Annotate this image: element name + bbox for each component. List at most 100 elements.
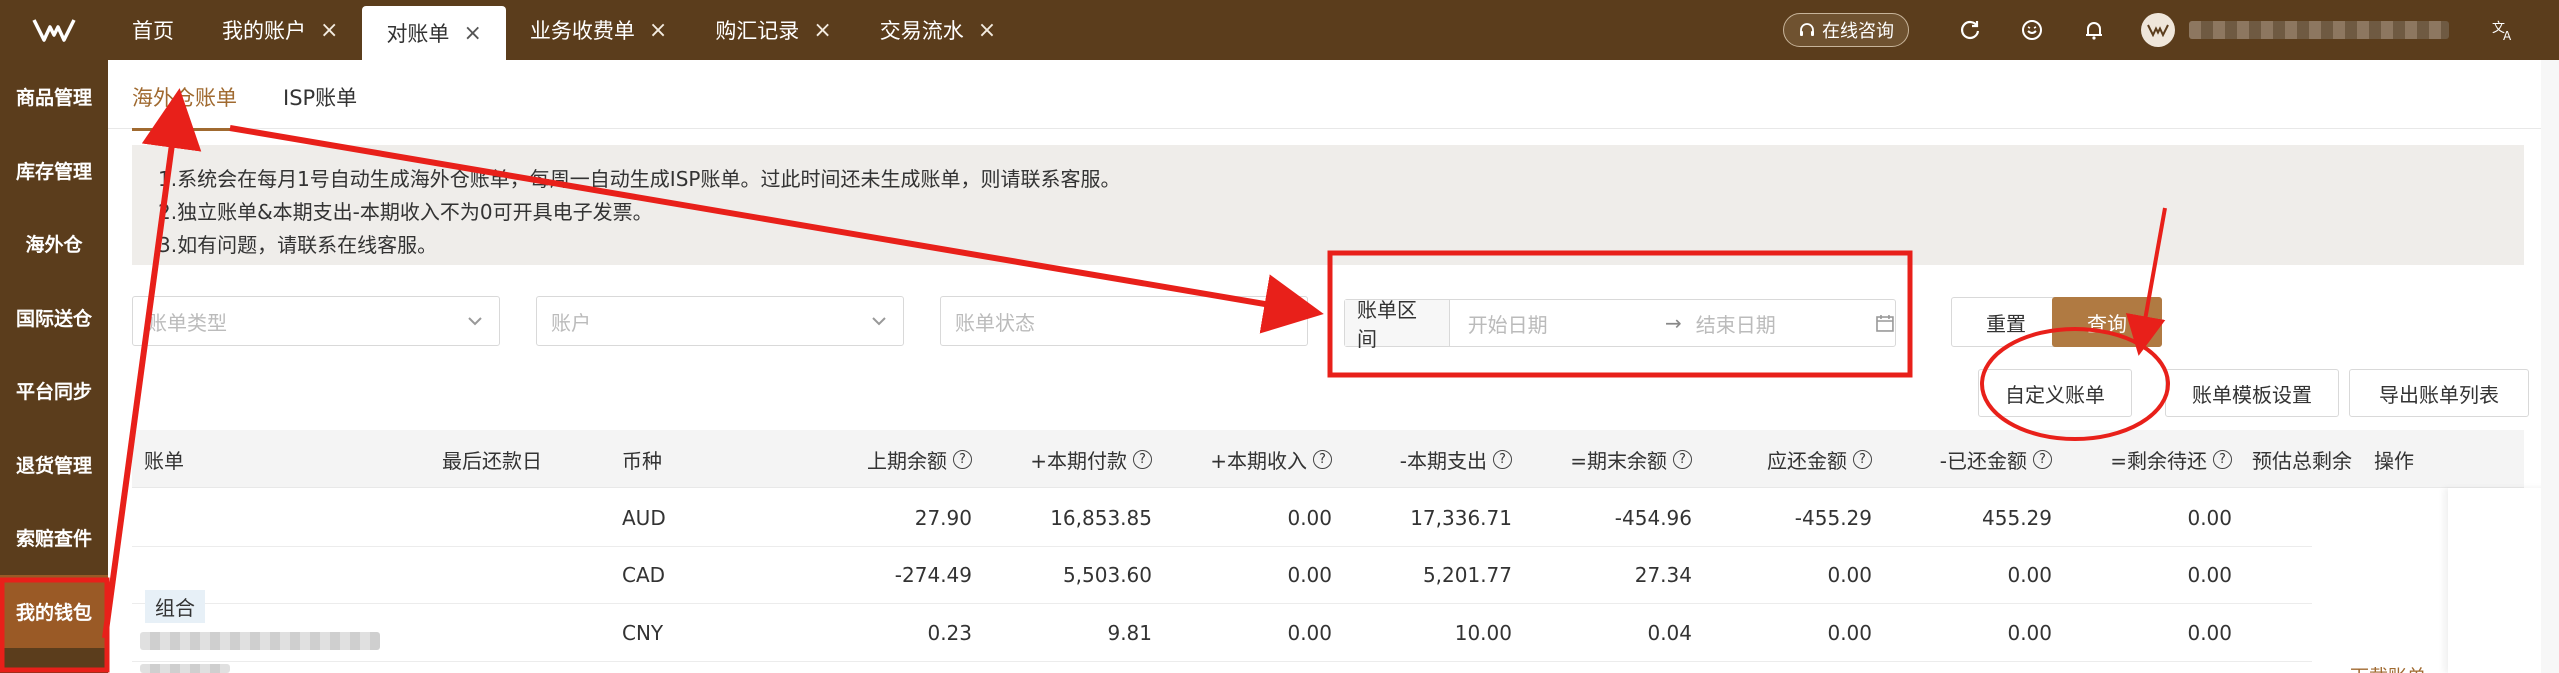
column-remaining-label: =剩余待还 [2110,448,2207,473]
column-income-label: +本期收入 [1210,448,1307,473]
tab-label: 对账单 [386,22,450,46]
cell-expense: 17,336.71 [1410,505,1512,530]
bill-date-range-picker[interactable]: 账单区间 开始日期 → 结束日期 [1344,298,1896,351]
column-prev-balance: 上期余额? [772,430,972,488]
query-button[interactable]: 查询 [2052,297,2162,347]
cell-currency: AUD [622,505,666,530]
close-icon[interactable]: × [649,18,667,43]
export-bill-list-button[interactable]: 导出账单列表 [2349,369,2529,417]
sidebar-item-4[interactable]: 平台同步 [0,354,108,428]
cell-income: 0.00 [1287,563,1332,588]
account-select[interactable]: 账户 [536,296,904,346]
help-icon[interactable]: ? [2213,449,2232,469]
column-income: +本期收入? [1172,430,1332,488]
cell-repaid: 0.00 [2007,563,2052,588]
column-due-date: 最后还款日 [442,448,542,473]
chevron-down-icon [872,317,886,326]
bill-type-select[interactable]: 账单类型 [132,296,500,346]
headset-icon [1800,23,1814,36]
close-icon[interactable]: × [463,21,481,46]
cell-income: 0.00 [1287,505,1332,530]
table-row: CAD -274.49 5,503.60 0.00 5,201.77 27.34… [132,547,2312,604]
smile-feedback-icon[interactable] [2017,15,2047,45]
cell-repaid: 455.29 [1982,505,2052,530]
help-icon[interactable]: ? [1313,449,1332,469]
user-menu[interactable] [2141,13,2449,47]
cell-remaining: 0.00 [2187,563,2232,588]
sidebar-item-2[interactable]: 海外仓 [0,207,108,281]
cell-prev-balance: -274.49 [894,563,972,588]
tab-isp-bill[interactable]: ISP账单 [283,82,357,128]
cell-prev-balance: 27.90 [914,505,972,530]
tab-label: 首页 [132,19,174,43]
sidebar-item-1[interactable]: 库存管理 [0,134,108,208]
cell-payment: 5,503.60 [1062,563,1152,588]
svg-text:A: A [2503,29,2512,42]
username-redacted [2189,21,2449,39]
tab-1[interactable]: 我的账户 × [198,0,362,60]
end-date-input[interactable]: 结束日期 [1696,309,1865,338]
bill-status-select[interactable]: 账单状态 [940,296,1308,346]
tab-label: 我的账户 [222,19,306,43]
cell-remaining: 0.00 [2187,505,2232,530]
sidebar-item-0[interactable]: 商品管理 [0,60,108,134]
online-consult-label: 在线咨询 [1822,21,1894,42]
range-arrow-icon: → [1664,311,1682,335]
cell-remaining: 0.00 [2187,620,2232,645]
help-icon[interactable]: ? [1673,449,1692,469]
cell-expense: 10.00 [1454,620,1512,645]
column-end-balance-label: =期末余额 [1570,448,1667,473]
cell-payment: 16,853.85 [1050,505,1152,530]
close-icon[interactable]: × [813,18,831,43]
column-operation: 操作 [2374,448,2414,473]
column-repaid-label: -已还金额 [1939,448,2027,473]
notice-line: 2.独立账单&本期支出-本期收入不为0可开具电子发票。 [158,200,653,224]
reset-button[interactable]: 重置 [1951,297,2061,347]
table-row: AUD 27.90 16,853.85 0.00 17,336.71 -454.… [132,489,2312,547]
help-icon[interactable]: ? [2033,449,2052,469]
sidebar-item-5[interactable]: 退货管理 [0,428,108,502]
close-icon[interactable]: × [978,18,996,43]
tab-2[interactable]: 对账单 × [362,6,506,60]
close-icon[interactable]: × [320,18,338,43]
bill-status-placeholder: 账单状态 [955,310,1035,335]
help-icon[interactable]: ? [1493,449,1512,469]
app-logo[interactable] [0,0,108,60]
bell-icon[interactable] [2079,15,2109,45]
bill-subtext-redacted [140,664,230,673]
bill-type-placeholder: 账单类型 [147,310,227,335]
cell-prev-balance: 0.23 [927,620,972,645]
notice-panel: 1.系统会在每月1号自动生成海外仓账单，每周一自动生成ISP账单。过此时间还未生… [132,145,2524,265]
sidebar-item-3[interactable]: 国际送仓 [0,281,108,355]
cell-currency: CNY [622,620,664,645]
refresh-icon[interactable] [1955,15,1985,45]
help-icon[interactable]: ? [1853,449,1872,469]
online-consult-button[interactable]: 在线咨询 [1783,13,1909,47]
start-date-input[interactable]: 开始日期 [1468,309,1651,338]
cell-end-balance: -454.96 [1614,505,1692,530]
tab-5[interactable]: 交易流水 × [856,0,1020,60]
column-payment: +本期付款? [992,430,1152,488]
bill-table-header: 账单 最后还款日 币种 上期余额? +本期付款? +本期收入? -本期支出? =… [132,430,2524,488]
top-navigation-bar: 首页 我的账户 × 对账单 × 业务收费单 × 购汇记录 × 交易流水 × 在线咨询 文A [0,0,2559,60]
account-placeholder: 账户 [551,310,591,335]
tab-overseas-warehouse-bill[interactable]: 海外仓账单 [132,82,237,131]
bill-template-settings-button[interactable]: 账单模板设置 [2165,369,2339,417]
tab-0[interactable]: 首页 [108,0,198,60]
group-tag: 组合 [145,590,205,623]
sidebar-item-7[interactable]: 我的钱包 [0,574,108,648]
sidebar-item-6[interactable]: 索赔查件 [0,501,108,575]
help-icon[interactable]: ? [953,449,972,469]
column-repaid: -已还金额? [1892,430,2052,488]
custom-bill-button[interactable]: 自定义账单 [1978,369,2132,417]
logo-icon [32,19,76,42]
download-bill-link[interactable]: 下载账单 [2350,662,2426,673]
tab-3[interactable]: 业务收费单 × [506,0,691,60]
language-translate-icon[interactable]: 文A [2489,15,2519,45]
tab-4[interactable]: 购汇记录 × [691,0,855,60]
help-icon[interactable]: ? [1133,449,1152,469]
bill-type-tabs: 海外仓账单 ISP账单 [108,60,2559,131]
main-content: 海外仓账单 ISP账单 1.系统会在每月1号自动生成海外仓账单，每周一自动生成I… [108,60,2559,673]
page-tabs: 首页 我的账户 × 对账单 × 业务收费单 × 购汇记录 × 交易流水 × [108,0,1020,60]
page-scrollbar[interactable] [2541,60,2559,673]
